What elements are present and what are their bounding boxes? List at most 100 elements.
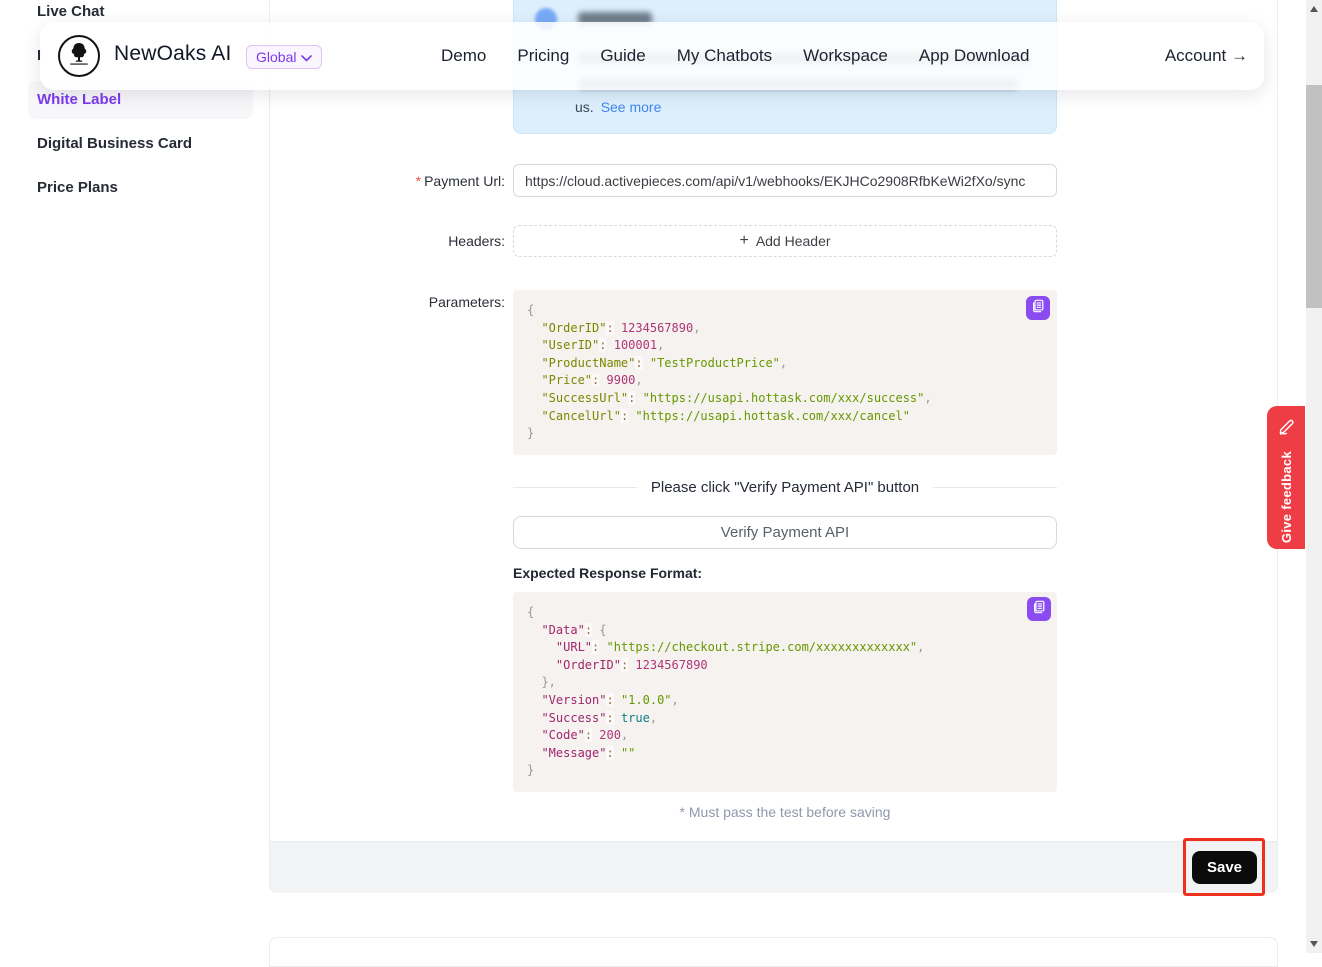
code-token <box>527 409 541 423</box>
save-highlight-annotation <box>1183 838 1265 896</box>
scrollbar-track[interactable] <box>1306 0 1322 953</box>
payment-url-input[interactable] <box>513 164 1057 197</box>
nav-link-app-download[interactable]: App Download <box>919 46 1030 66</box>
pencil-icon <box>1277 417 1296 441</box>
add-header-button[interactable]: + Add Header <box>513 225 1057 257</box>
code-token: : <box>635 356 642 370</box>
code-token: : <box>606 711 613 725</box>
next-section-card <box>269 937 1278 967</box>
code-token <box>527 711 541 725</box>
code-token <box>527 373 541 387</box>
code-token <box>527 338 541 352</box>
code-token <box>614 693 621 707</box>
nav-menu: Demo Pricing Guide My Chatbots Workspace… <box>441 22 1029 90</box>
expected-response-label: Expected Response Format: <box>513 565 702 581</box>
code-token: , <box>780 356 787 370</box>
nav-link-my-chatbots[interactable]: My Chatbots <box>677 46 772 66</box>
code-line: } <box>527 425 1043 443</box>
code-token <box>527 321 541 335</box>
give-feedback-tab[interactable]: Give feedback <box>1267 406 1305 549</box>
code-token: "ProductName" <box>541 356 635 370</box>
code-token: "Message" <box>541 746 606 760</box>
parameters-code-block: { "OrderID": 1234567890, "UserID": 10000… <box>513 290 1057 455</box>
code-token <box>635 391 642 405</box>
code-token: "SuccessUrl" <box>541 391 628 405</box>
code-token <box>527 675 541 689</box>
divider-text: Please click "Verify Payment API" button <box>637 479 933 496</box>
sidebar-item-white-label[interactable]: White Label <box>37 91 121 108</box>
code-token <box>527 746 541 760</box>
copy-parameters-button[interactable] <box>1026 296 1050 320</box>
code-token <box>606 338 613 352</box>
code-token: , <box>693 321 700 335</box>
code-token: 1234567890 <box>635 658 707 672</box>
scroll-down-arrow[interactable] <box>1310 941 1318 947</box>
code-token: : <box>585 728 592 742</box>
scroll-up-arrow[interactable] <box>1310 6 1318 12</box>
nav-link-guide[interactable]: Guide <box>600 46 645 66</box>
code-token <box>527 356 541 370</box>
code-token: 1234567890 <box>621 321 693 335</box>
code-token <box>614 711 621 725</box>
code-token: : <box>606 693 613 707</box>
code-line: "Version": "1.0.0", <box>527 692 1043 710</box>
code-token <box>527 658 556 672</box>
code-line: "Message": "" <box>527 745 1043 763</box>
code-token: "URL" <box>556 640 592 654</box>
code-line: } <box>527 762 1043 780</box>
code-token <box>614 746 621 760</box>
divider-line-right <box>933 487 1057 488</box>
code-line: "Success": true, <box>527 710 1043 728</box>
brand-logo[interactable] <box>58 35 100 77</box>
copy-icon <box>1032 600 1046 619</box>
code-line: "Code": 200, <box>527 727 1043 745</box>
code-token: : <box>606 746 613 760</box>
code-line: "Price": 9900, <box>527 372 1043 390</box>
parameters-label: Parameters: <box>300 294 505 310</box>
code-token <box>599 640 606 654</box>
scrollbar-thumb[interactable] <box>1306 85 1322 308</box>
sidebar-item-live-chat[interactable]: Live Chat <box>37 3 105 20</box>
sidebar-item-digital-business-card[interactable]: Digital Business Card <box>37 135 192 152</box>
reminder-trailing-text: us. <box>575 99 594 115</box>
code-token <box>527 640 556 654</box>
code-token: , <box>635 373 642 387</box>
code-line: "Data": { <box>527 622 1043 640</box>
see-more-link[interactable]: See more <box>601 99 662 115</box>
code-token <box>527 728 541 742</box>
code-token: 100001 <box>614 338 657 352</box>
code-line: "URL": "https://checkout.stripe.com/xxxx… <box>527 639 1043 657</box>
code-token: , <box>621 728 628 742</box>
oak-tree-icon <box>64 39 94 74</box>
nav-link-demo[interactable]: Demo <box>441 46 486 66</box>
code-token: "https://usapi.hottask.com/xxx/cancel" <box>635 409 910 423</box>
code-token: { <box>599 623 606 637</box>
account-link[interactable]: Account → <box>1165 22 1248 90</box>
code-token <box>527 623 541 637</box>
code-line: "ProductName": "TestProductPrice", <box>527 355 1043 373</box>
give-feedback-label: Give feedback <box>1279 451 1294 543</box>
code-token <box>599 373 606 387</box>
copy-response-button[interactable] <box>1027 597 1051 621</box>
code-line: "OrderID": 1234567890 <box>527 657 1043 675</box>
nav-link-workspace[interactable]: Workspace <box>803 46 888 66</box>
code-token: "Data" <box>541 623 584 637</box>
code-token: , <box>924 391 931 405</box>
nav-link-pricing[interactable]: Pricing <box>517 46 569 66</box>
code-token <box>527 693 541 707</box>
verify-payment-api-button[interactable]: Verify Payment API <box>513 516 1057 549</box>
code-token: , <box>657 338 664 352</box>
region-selector[interactable]: Global <box>246 45 322 69</box>
sidebar-item-price-plans[interactable]: Price Plans <box>37 179 118 196</box>
code-token: "1.0.0" <box>621 693 672 707</box>
code-token: "CancelUrl" <box>541 409 620 423</box>
code-token: }, <box>541 675 555 689</box>
code-token <box>527 391 541 405</box>
top-navbar: NewOaks AI Global Demo Pricing Guide My … <box>40 22 1264 90</box>
divider: Please click "Verify Payment API" button <box>513 476 1057 498</box>
code-token: true <box>621 711 650 725</box>
code-token: "Price" <box>541 373 592 387</box>
code-token: { <box>527 303 534 317</box>
code-token: "https://checkout.stripe.com/xxxxxxxxxxx… <box>607 640 918 654</box>
plus-icon: + <box>739 233 748 249</box>
